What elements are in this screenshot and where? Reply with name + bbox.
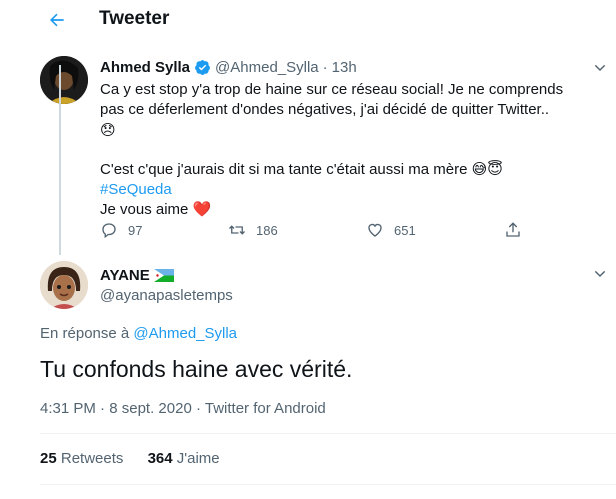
heart-emoji: ❤️: [192, 201, 212, 218]
reply-button[interactable]: 97: [100, 221, 142, 239]
like-button[interactable]: 651: [366, 221, 416, 239]
chevron-down-icon[interactable]: [592, 60, 608, 76]
tweet-meta: Ahmed Sylla @Ahmed_Sylla · 13h: [100, 59, 357, 76]
author-handle[interactable]: @Ahmed_Sylla: [215, 59, 319, 76]
tweet-line: pas ce déferlement d'ondes négatives, j'…: [100, 101, 550, 118]
tweet-source[interactable]: Twitter for Android: [205, 400, 326, 417]
reply-author: AYANE: [100, 267, 174, 284]
reply-count: 97: [128, 222, 143, 238]
header: Tweeter: [0, 0, 616, 40]
thread-connector: [59, 65, 61, 255]
meta-separator: ·: [322, 59, 328, 76]
retweets-label: Retweets: [60, 450, 124, 467]
reply-to-link[interactable]: @Ahmed_Sylla: [133, 325, 237, 342]
avatar[interactable]: [40, 56, 88, 104]
timestamp-date[interactable]: 8 sept. 2020: [109, 400, 192, 417]
hashtag-link[interactable]: #SeQueda: [100, 180, 600, 200]
retweet-button[interactable]: 186: [228, 221, 278, 239]
retweets-stat[interactable]: 25 Retweets: [40, 450, 128, 467]
tweet-actions: 97 186 651: [100, 221, 530, 241]
tweet-text: Ca y est stop y'a trop de haine sur ce r…: [100, 80, 600, 220]
meta-separator: ·: [100, 400, 106, 417]
meta-separator: ·: [195, 400, 201, 417]
share-button[interactable]: [504, 221, 532, 239]
author-name[interactable]: AYANE: [100, 267, 150, 284]
timestamp-time[interactable]: 4:31 PM: [40, 400, 96, 417]
reply-context: En réponse à @Ahmed_Sylla: [40, 325, 237, 342]
tweet-line: 😞: [100, 121, 116, 139]
reply-icon: [102, 223, 116, 239]
avatar-image: [40, 261, 88, 309]
reply-text: Tu confonds haine avec vérité.: [40, 356, 353, 382]
likes-count: 364: [147, 450, 173, 467]
tweet-timestamp: 4:31 PM · 8 sept. 2020 · Twitter for And…: [40, 400, 326, 417]
verified-icon: [195, 60, 210, 75]
avatar[interactable]: [40, 261, 88, 309]
tweet-line: Je vous aime ❤️: [100, 201, 212, 218]
tweet-time[interactable]: 13h: [332, 59, 357, 76]
likes-stat[interactable]: 364 J'aime: [148, 450, 220, 467]
divider: [40, 484, 616, 485]
share-icon: [506, 222, 520, 237]
retweet-count: 186: [256, 222, 278, 238]
back-button[interactable]: [40, 6, 74, 34]
djibouti-flag-icon: [153, 269, 174, 282]
avatar-image: [40, 56, 88, 104]
heart-icon: [368, 223, 382, 237]
like-count: 651: [394, 222, 416, 238]
parent-tweet[interactable]: Ahmed Sylla @Ahmed_Sylla · 13h Ca y est …: [0, 40, 616, 250]
page-title: Tweeter: [99, 8, 170, 29]
tweet-line: Ca y est stop y'a trop de haine sur ce r…: [100, 81, 564, 98]
author-name[interactable]: Ahmed Sylla: [100, 59, 190, 76]
chevron-down-icon[interactable]: [592, 266, 608, 282]
reply-prefix: En réponse à: [40, 325, 130, 342]
divider: [40, 433, 616, 434]
tweet-line: [100, 140, 600, 160]
arrow-left-icon: [50, 13, 64, 27]
author-handle[interactable]: @ayanapasletemps: [100, 287, 233, 304]
retweets-count: 25: [40, 450, 57, 467]
retweet-icon: [229, 225, 245, 235]
likes-label: J'aime: [176, 450, 220, 467]
tweet-line: C'est c'que j'aurais dit si ma tante c'é…: [100, 161, 503, 178]
tweet-stats: 25 Retweets 364 J'aime: [40, 450, 240, 467]
